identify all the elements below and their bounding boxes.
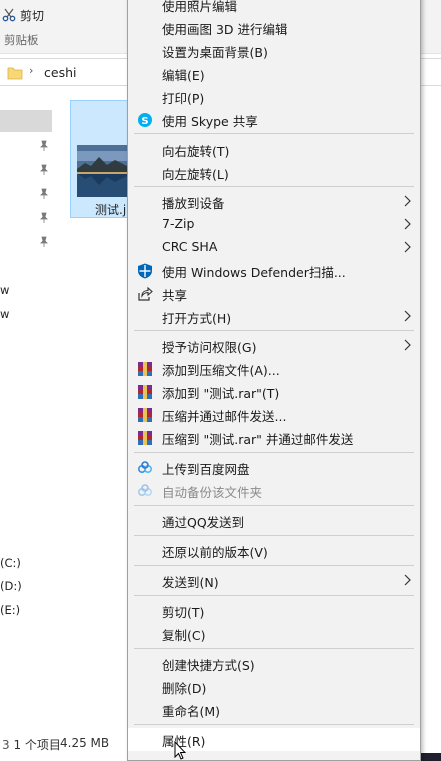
context-menu: 使用照片编辑 使用画图 3D 进行编辑 设置为桌面背景(B) 编辑(E) 打印(…: [127, 0, 421, 761]
winrar-icon: [138, 385, 152, 399]
menu-separator: [134, 535, 414, 536]
share-icon: [138, 286, 153, 301]
breadcrumb-current-folder[interactable]: ceshi: [44, 65, 76, 80]
nav-item-selected[interactable]: [0, 110, 52, 132]
menu-item-upload-baidu[interactable]: 上传到百度网盘: [128, 456, 420, 479]
menu-item-print[interactable]: 打印(P): [128, 85, 420, 108]
submenu-arrow-icon: [404, 339, 411, 351]
breadcrumb-chevron-icon[interactable]: ›: [29, 64, 33, 77]
image-thumbnail: [77, 145, 129, 197]
winrar-icon: [138, 431, 152, 445]
menu-item-open-with[interactable]: 打开方式(H): [128, 305, 420, 328]
submenu-arrow-icon: [404, 195, 411, 207]
menu-item-rotate-right[interactable]: 向右旋转(T): [128, 138, 420, 161]
nav-drive-d[interactable]: (D:): [0, 579, 22, 593]
menu-item-crc-sha[interactable]: CRC SHA: [128, 236, 420, 259]
menu-item-cast-to-device[interactable]: 播放到设备: [128, 190, 420, 213]
pin-icon[interactable]: [38, 140, 50, 152]
file-name[interactable]: 测试.j: [95, 201, 126, 218]
menu-separator: [134, 186, 414, 187]
nav-drive-e[interactable]: (E:): [0, 603, 20, 617]
menu-item-paint3d-edit[interactable]: 使用画图 3D 进行编辑: [128, 16, 420, 39]
menu-item-create-shortcut[interactable]: 创建快捷方式(S): [128, 652, 420, 675]
nav-item-fragment[interactable]: w: [0, 283, 9, 297]
svg-text:S: S: [141, 116, 148, 127]
cut-button[interactable]: 剪切: [2, 6, 44, 24]
nav-drive-c[interactable]: (C:): [0, 556, 21, 570]
pin-icon[interactable]: [38, 164, 50, 176]
menu-item-add-to-rar[interactable]: 添加到 "测试.rar"(T): [128, 380, 420, 403]
folder-icon: [7, 67, 23, 80]
menu-item-send-to[interactable]: 发送到(N): [128, 569, 420, 592]
menu-item-rotate-left[interactable]: 向左旋转(L): [128, 161, 420, 184]
menu-item-photos-edit[interactable]: 使用照片编辑: [128, 0, 420, 16]
nav-item-fragment[interactable]: w: [0, 307, 9, 321]
navigation-pane: w w (C:) (D:) (E:): [0, 90, 56, 730]
menu-separator: [134, 648, 414, 649]
menu-item-7zip[interactable]: 7-Zip: [128, 213, 420, 236]
skype-icon: S: [138, 113, 152, 127]
menu-separator: [134, 452, 414, 453]
pin-icon[interactable]: [38, 188, 50, 200]
clipboard-group-label: 剪贴板: [4, 33, 39, 47]
menu-separator: [134, 133, 414, 134]
menu-item-skype-share[interactable]: S 使用 Skype 共享: [128, 108, 420, 131]
menu-separator: [134, 724, 414, 725]
menu-item-auto-backup[interactable]: 自动备份该文件夹: [128, 479, 420, 502]
scissors-icon: [2, 8, 16, 22]
status-item-count: 3 1 个项目: [2, 738, 61, 752]
menu-item-properties[interactable]: 属性(R): [128, 728, 420, 751]
menu-item-send-via-qq[interactable]: 通过QQ发送到: [128, 509, 420, 532]
menu-item-share[interactable]: 共享: [128, 282, 420, 305]
menu-item-compress-and-email[interactable]: 压缩并通过邮件发送...: [128, 403, 420, 426]
submenu-arrow-icon: [404, 310, 411, 322]
menu-item-restore-previous-versions[interactable]: 还原以前的版本(V): [128, 539, 420, 562]
menu-separator: [134, 330, 414, 331]
menu-item-give-access[interactable]: 授予访问权限(G): [128, 334, 420, 357]
mouse-cursor-icon: [174, 741, 186, 760]
submenu-arrow-icon: [404, 218, 411, 230]
menu-separator: [134, 565, 414, 566]
baidu-netdisk-icon: [137, 484, 153, 497]
menu-item-delete[interactable]: 删除(D): [128, 675, 420, 698]
baidu-netdisk-icon: [137, 461, 153, 474]
menu-separator: [134, 595, 414, 596]
status-file-size: 4.25 MB: [60, 736, 110, 750]
pin-icon[interactable]: [38, 236, 50, 248]
menu-item-add-to-archive[interactable]: 添加到压缩文件(A)...: [128, 357, 420, 380]
menu-item-set-desktop-background[interactable]: 设置为桌面背景(B): [128, 39, 420, 62]
winrar-icon: [138, 408, 152, 422]
menu-item-rename[interactable]: 重命名(M): [128, 698, 420, 721]
cut-label: 剪切: [20, 8, 45, 23]
menu-item-cut[interactable]: 剪切(T): [128, 599, 420, 622]
menu-item-copy[interactable]: 复制(C): [128, 622, 420, 645]
menu-item-compress-rar-and-email[interactable]: 压缩到 "测试.rar" 并通过邮件发送: [128, 426, 420, 449]
winrar-icon: [138, 362, 152, 376]
menu-item-edit[interactable]: 编辑(E): [128, 62, 420, 85]
submenu-arrow-icon: [404, 241, 411, 253]
menu-separator: [134, 505, 414, 506]
submenu-arrow-icon: [404, 574, 411, 586]
pin-icon[interactable]: [38, 212, 50, 224]
windows-defender-shield-icon: [138, 263, 152, 279]
menu-item-defender-scan[interactable]: 使用 Windows Defender扫描...: [128, 259, 420, 282]
